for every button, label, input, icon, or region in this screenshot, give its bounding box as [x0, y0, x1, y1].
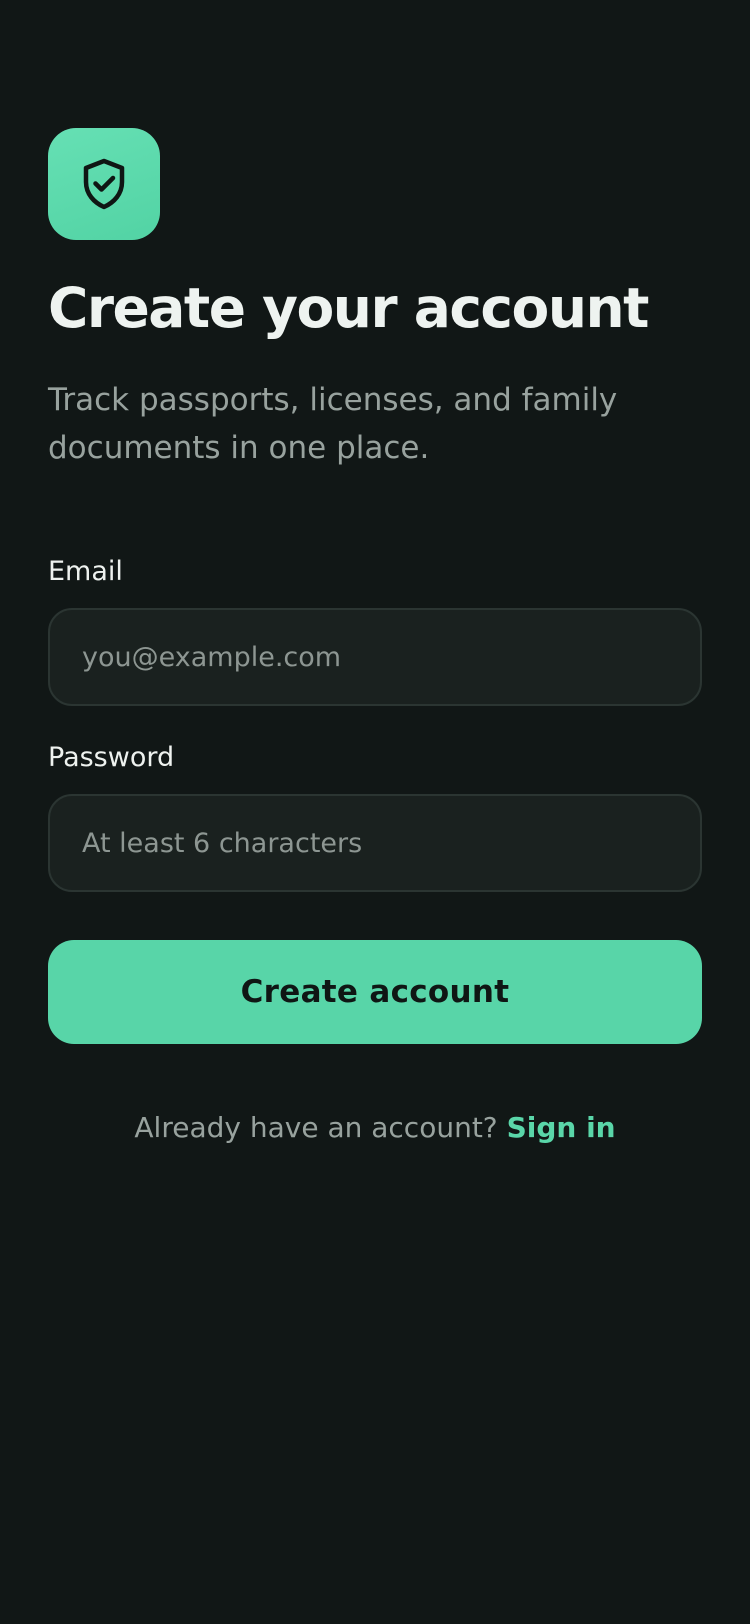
create-account-button[interactable]: Create account [48, 940, 702, 1044]
email-input[interactable] [48, 608, 702, 706]
signup-screen: Create your account Track passports, lic… [0, 0, 750, 1624]
app-logo [48, 128, 160, 240]
password-label: Password [48, 742, 175, 773]
page-title: Create your account [48, 276, 649, 340]
password-input[interactable] [48, 794, 702, 892]
email-label: Email [48, 556, 123, 587]
page-subtitle: Track passports, licenses, and family do… [48, 382, 618, 466]
shield-check-icon [83, 158, 125, 210]
sign-in-link[interactable]: Sign in [507, 1111, 616, 1144]
signin-prompt-text: Already have an account? [134, 1111, 507, 1144]
signin-prompt: Already have an account? Sign in [0, 1108, 750, 1148]
